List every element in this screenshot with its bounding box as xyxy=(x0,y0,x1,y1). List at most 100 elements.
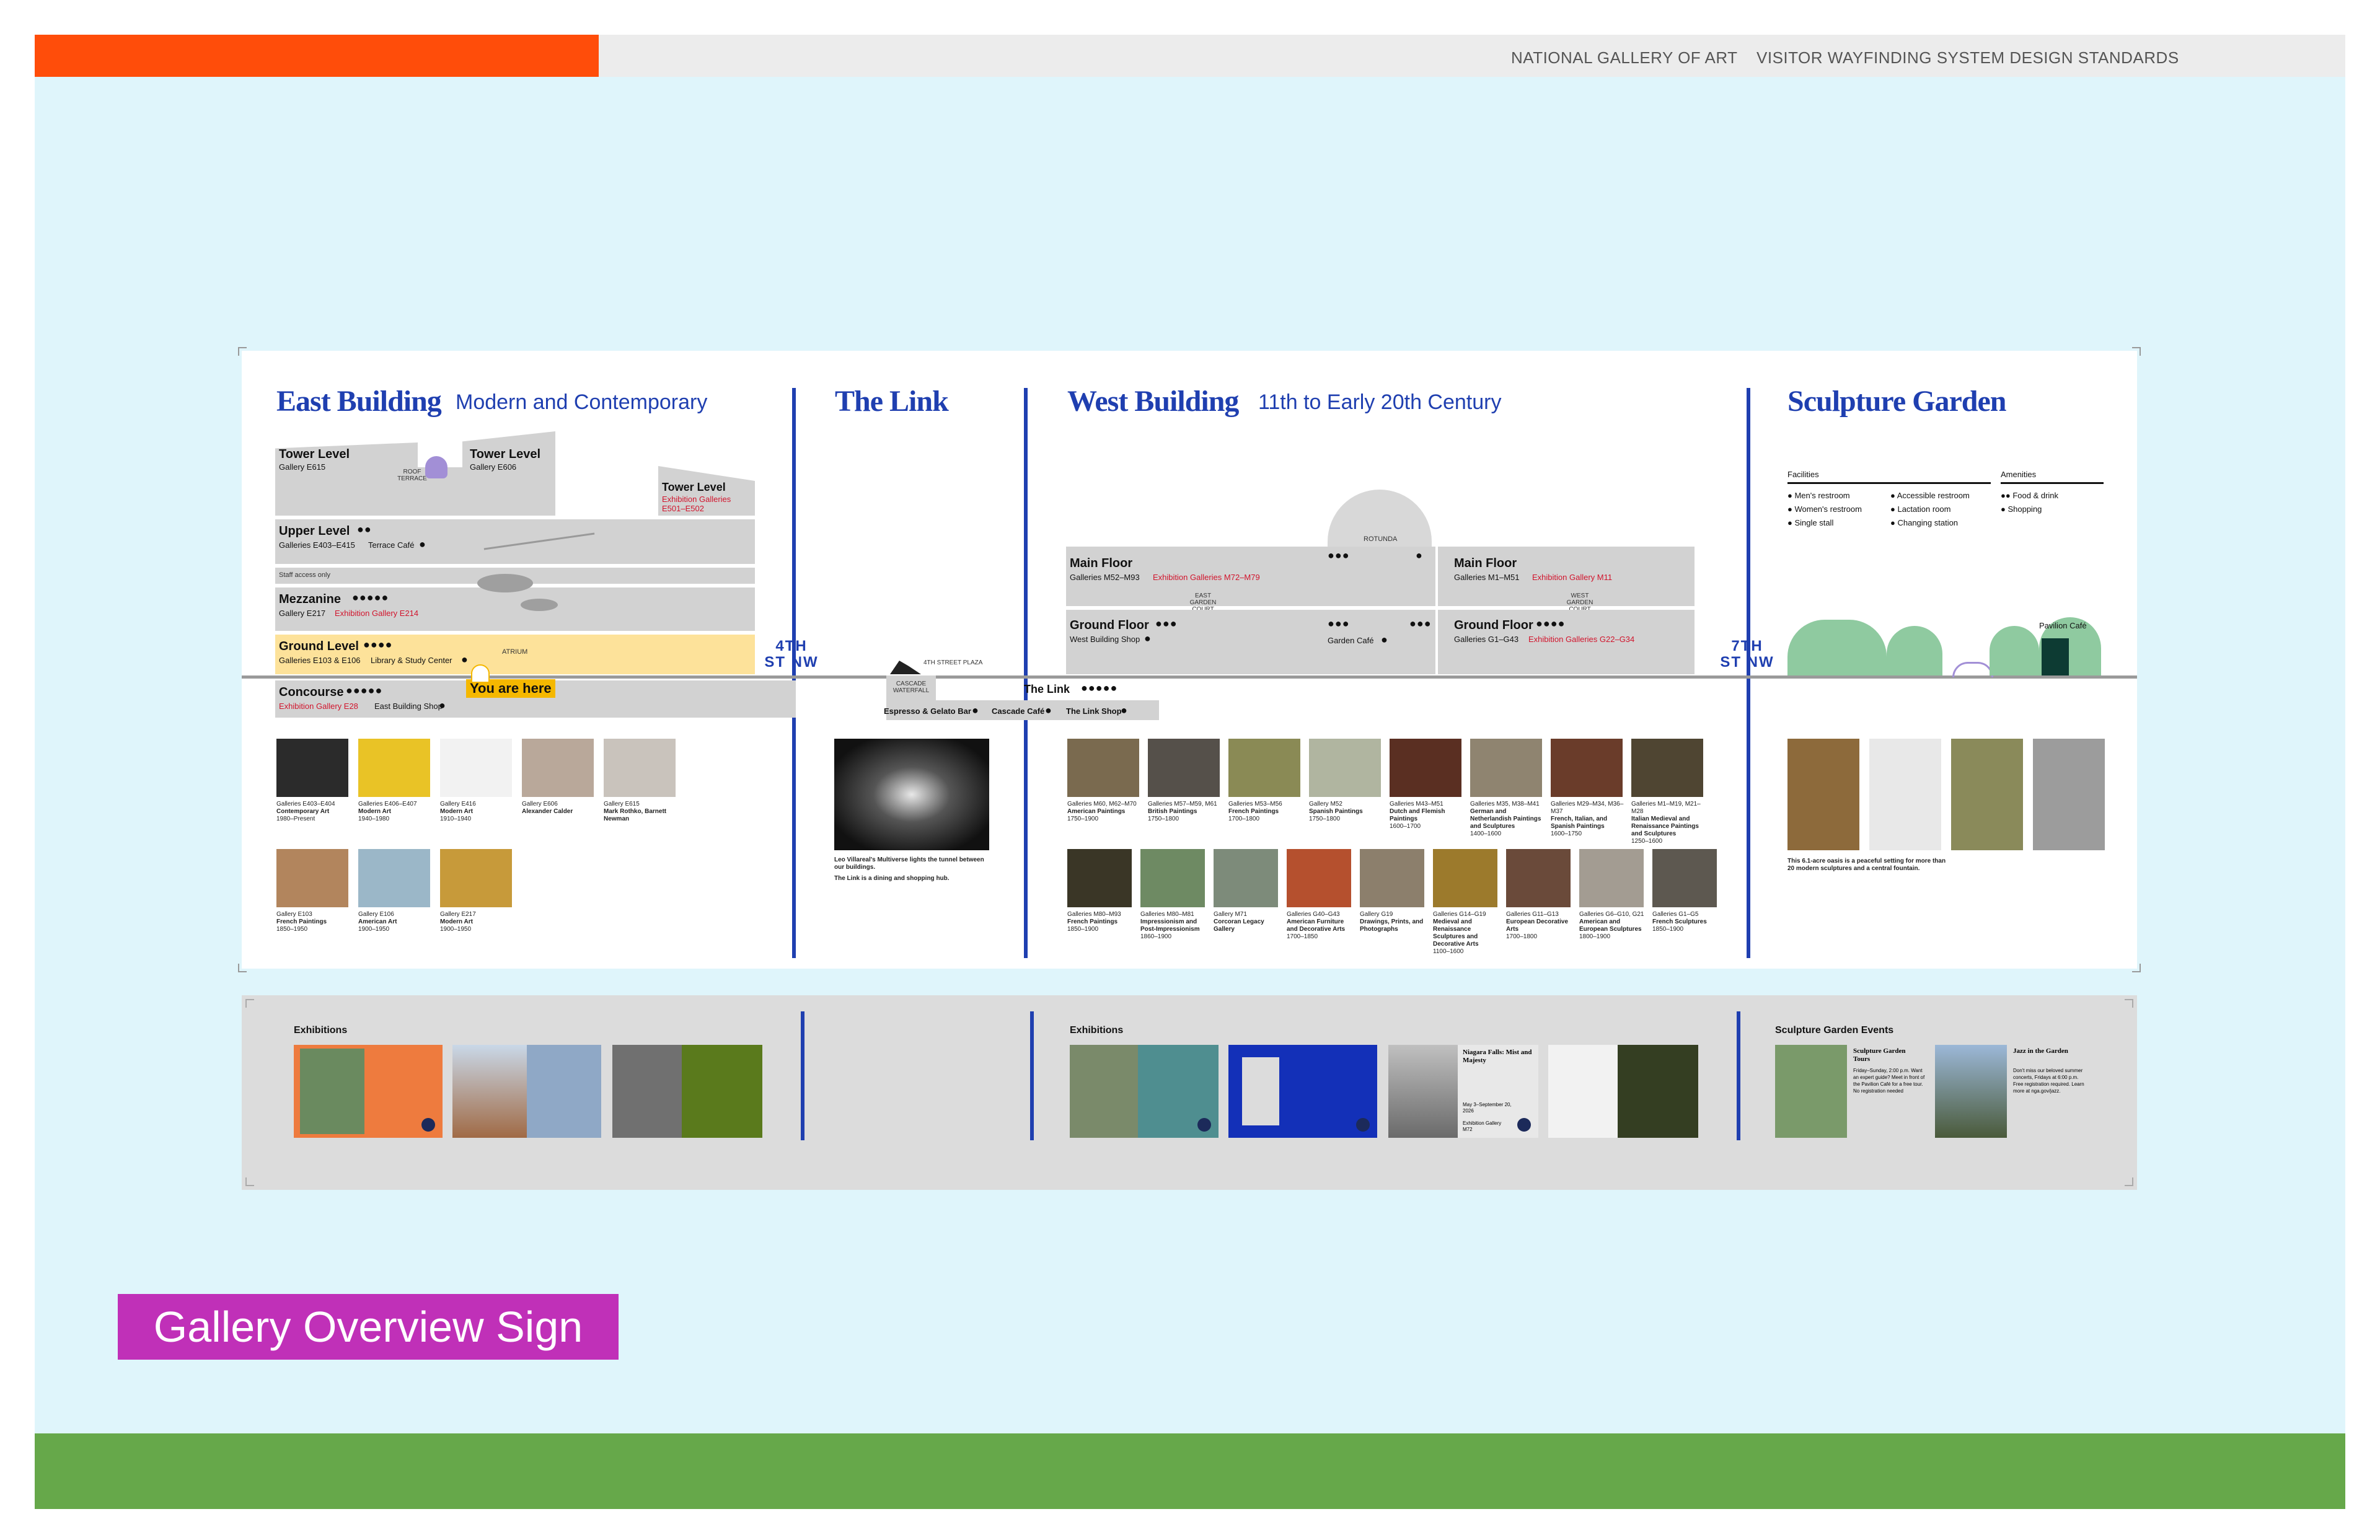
west-exhibition-card-niagara[interactable]: Niagara Falls: Mist and Majesty May 3–Se… xyxy=(1388,1045,1538,1138)
artwork-thumbnail xyxy=(1433,849,1497,907)
caption-gallery: Gallery M52 xyxy=(1309,801,1342,807)
plaza-pyramid-icon xyxy=(890,661,921,674)
audio-guide-icon xyxy=(1517,1118,1531,1132)
caption-title: French Paintings xyxy=(1228,808,1279,815)
espresso-bar-dot: ● xyxy=(972,704,979,716)
artwork-thumbnail xyxy=(358,849,430,907)
east-mezz-facility-dots: ●●●●● xyxy=(352,591,389,604)
artwork-caption: Galleries M80–M81 Impressionism and Post-… xyxy=(1140,911,1210,941)
artwork-caption: Galleries M80–M93 French Paintings 1850–19… xyxy=(1067,911,1137,933)
artwork-caption: Galleries M1–M19, M21–M28 Italian Medieva… xyxy=(1631,801,1708,845)
east-building-subtitle: Modern and Contemporary xyxy=(456,390,708,414)
artwork-caption: Gallery E615 Mark Rothko, Barnett Newman xyxy=(604,801,681,823)
facility-womens: ● Women's restroom xyxy=(1787,504,1862,514)
caption-dates: 1700–1800 xyxy=(1228,816,1260,822)
east-upper-title: Upper Level xyxy=(279,524,350,538)
caption-gallery: Galleries M29–M34, M36–M37 xyxy=(1551,801,1624,815)
caption-gallery: Galleries M53–M56 xyxy=(1228,801,1282,807)
caption-title: American and European Sculptures xyxy=(1579,918,1642,933)
east-shop-dot: ● xyxy=(439,699,446,711)
facility-accessible-label: Accessible restroom xyxy=(1897,491,1970,500)
artwork-caption: Galleries E403–E404 Contemporary Art 1980–… xyxy=(276,801,353,823)
east-mezz-exhibition: Exhibition Gallery E214 xyxy=(335,609,419,618)
artwork-thumbnail xyxy=(440,849,512,907)
caption-title: Italian Medieval and Renaissance Paintin… xyxy=(1631,816,1699,837)
artwork-thumbnail xyxy=(1579,849,1644,907)
west-main-left-exhibition: Exhibition Galleries M72–M79 xyxy=(1153,573,1260,582)
east-exhibition-card-1[interactable] xyxy=(294,1045,443,1138)
artwork-thumbnail xyxy=(1309,739,1381,797)
caption-dates: 1750–1800 xyxy=(1309,816,1341,822)
caption-gallery: Galleries M57–M59, M61 xyxy=(1148,801,1217,807)
sign-type-label: Gallery Overview Sign xyxy=(118,1294,619,1360)
east-tower1-title: Tower Level xyxy=(279,447,350,461)
west-ground-right-sub: Galleries G1–G43 xyxy=(1454,635,1519,644)
multiverse-tunnel-image xyxy=(834,739,989,850)
artwork-thumbnail xyxy=(522,739,594,797)
caption-title: Spanish Paintings xyxy=(1309,808,1363,815)
caption-title: Drawings, Prints, and Photographs xyxy=(1360,918,1424,933)
panel-divider-1 xyxy=(801,1011,804,1140)
cascade-cafe-dot: ● xyxy=(1045,704,1052,716)
artwork-thumbnail xyxy=(604,739,676,797)
caption-title: French Paintings xyxy=(1067,918,1118,925)
you-are-here-pin-icon xyxy=(471,664,490,683)
caption-dates: 1600–1750 xyxy=(1551,830,1582,837)
garden-tree-2 xyxy=(1887,626,1942,675)
west-exhibition-card-4[interactable] xyxy=(1548,1045,1698,1138)
west-exhibition-card-1[interactable] xyxy=(1070,1045,1219,1138)
east-building-shop: East Building Shop xyxy=(374,702,443,711)
amenity-food: ●● Food & drink xyxy=(2001,491,2059,500)
garden-tree-1 xyxy=(1787,620,1887,675)
artwork-thumbnail xyxy=(1631,739,1703,797)
artwork-thumbnail xyxy=(1214,849,1278,907)
garden-cafe-right-dots: ●●● xyxy=(1409,617,1432,630)
caption-dates: 1980–Present xyxy=(276,816,315,822)
west-building-title: West Building xyxy=(1067,385,1239,418)
the-link-title: The Link xyxy=(835,385,949,418)
calder-mobile-shape2-icon xyxy=(521,599,558,611)
west-shop-dot: ● xyxy=(1144,632,1152,645)
caption-dates: 1700–1850 xyxy=(1287,933,1318,940)
caption-title: American Paintings xyxy=(1067,808,1126,815)
west-exhibition-card-2[interactable] xyxy=(1228,1045,1377,1138)
east-tower2-title: Tower Level xyxy=(470,447,541,461)
caption-title: British Paintings xyxy=(1148,808,1197,815)
audio-guide-icon xyxy=(1197,1118,1211,1132)
artwork-caption: Galleries M57–M59, M61 British Paintings 1… xyxy=(1148,801,1225,823)
west-main-right-title: Main Floor xyxy=(1454,557,1517,570)
east-exhibition-card-2[interactable] xyxy=(452,1045,601,1138)
link-caption-2: The Link is a dining and shopping hub. xyxy=(834,875,950,882)
west-main-left-title: Main Floor xyxy=(1070,557,1133,570)
amenity-shopping: ● Shopping xyxy=(2001,504,2042,514)
artwork-caption: Galleries M35, M38–M41 German and Netherl… xyxy=(1470,801,1547,838)
east-library-dot: ● xyxy=(461,653,469,666)
artwork-thumbnail xyxy=(1951,739,2023,850)
east-mezz-sub: Gallery E217 xyxy=(279,609,326,618)
caption-title: Modern Art xyxy=(358,808,391,815)
panel-divider-3 xyxy=(1737,1011,1740,1140)
fourth-street-label: 4TH ST NW xyxy=(764,638,819,671)
east-staff-access: Staff access only xyxy=(279,571,330,579)
caption-title: French, Italian, and Spanish Paintings xyxy=(1551,816,1608,830)
caption-dates: 1900–1950 xyxy=(358,926,390,933)
caption-gallery: Gallery E217 xyxy=(440,911,476,918)
caption-title: Medieval and Renaissance Sculptures and … xyxy=(1433,918,1479,948)
pavilion-cafe-label: Pavilion Café xyxy=(2039,621,2087,630)
artwork-thumbnail xyxy=(1287,849,1351,907)
east-exhibition-card-3[interactable] xyxy=(612,1045,762,1138)
east-tower3-title: Tower Level xyxy=(662,481,726,493)
caption-gallery: Gallery G19 xyxy=(1360,911,1393,918)
caption-gallery: Gallery E416 xyxy=(440,801,476,807)
garden-tree-3 xyxy=(1990,626,2039,675)
artwork-caption: Gallery E103 French Paintings 1850–1950 xyxy=(276,911,353,933)
artwork-thumbnail xyxy=(358,739,430,797)
east-upper-sub: Galleries E403–E415 xyxy=(279,540,355,550)
west-building-shop: West Building Shop xyxy=(1070,635,1140,644)
caption-dates: 1860–1900 xyxy=(1140,933,1172,940)
caption-title: French Sculptures xyxy=(1652,918,1707,925)
caption-dates: 1400–1600 xyxy=(1470,830,1502,837)
caption-title: Alexander Calder xyxy=(522,808,573,815)
caption-gallery: Galleries M43–M51 xyxy=(1390,801,1443,807)
artwork-thumbnail xyxy=(276,849,348,907)
